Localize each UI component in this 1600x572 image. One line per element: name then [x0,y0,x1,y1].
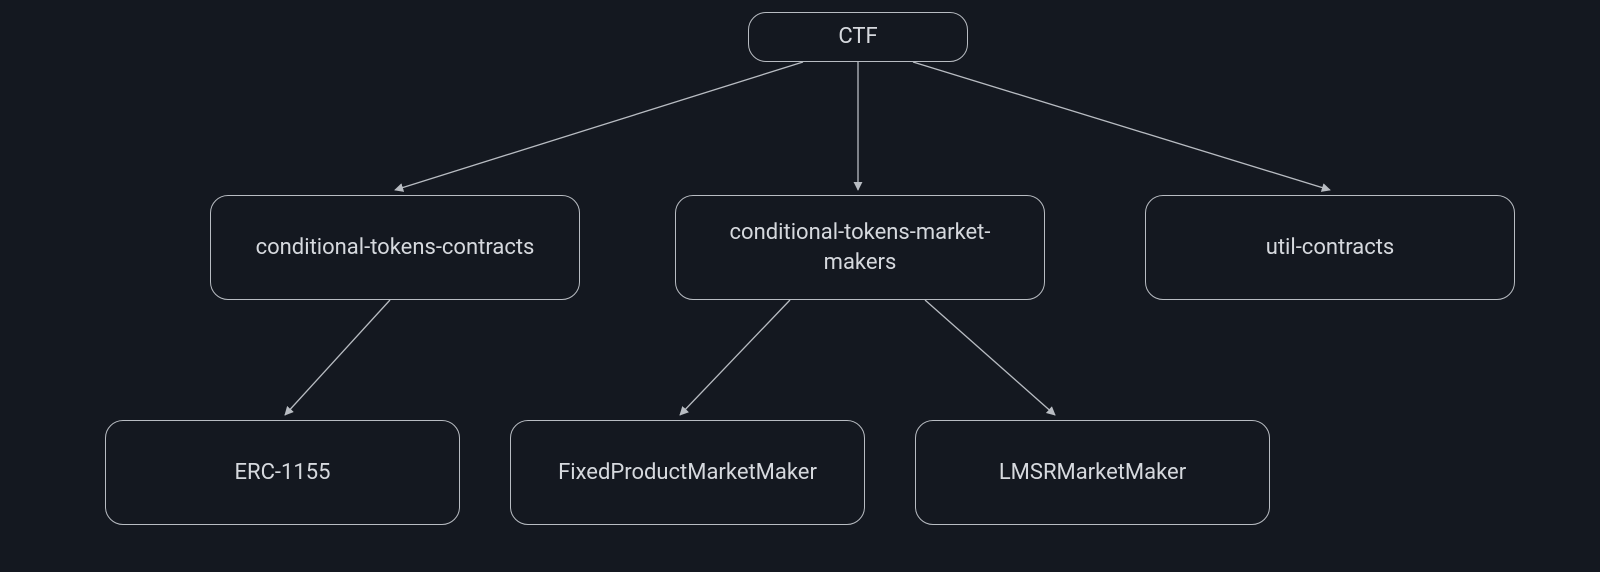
node-util-contracts: util-contracts [1145,195,1515,300]
node-fixed-product-market-maker: FixedProductMarketMaker [510,420,865,525]
edge-ctmm-fpmm [680,300,790,415]
edge-ctc-erc [285,300,390,415]
edge-ctf-ctc [395,62,803,190]
node-util-label: util-contracts [1266,233,1395,263]
node-ctmm-label: conditional-tokens-market-makers [694,218,1026,277]
node-ctf: CTF [748,12,968,62]
node-erc-label: ERC-1155 [235,458,331,488]
node-lmsr-market-maker: LMSRMarketMaker [915,420,1270,525]
node-fpmm-label: FixedProductMarketMaker [558,458,817,488]
edge-ctmm-lmsr [925,300,1055,415]
diagram-canvas: CTF conditional-tokens-contracts conditi… [0,0,1600,572]
node-conditional-tokens-market-makers: conditional-tokens-market-makers [675,195,1045,300]
node-ctf-label: CTF [838,22,877,52]
node-ctc-label: conditional-tokens-contracts [256,233,535,263]
edge-ctf-util [913,62,1330,190]
node-erc-1155: ERC-1155 [105,420,460,525]
node-lmsr-label: LMSRMarketMaker [999,458,1186,488]
node-conditional-tokens-contracts: conditional-tokens-contracts [210,195,580,300]
